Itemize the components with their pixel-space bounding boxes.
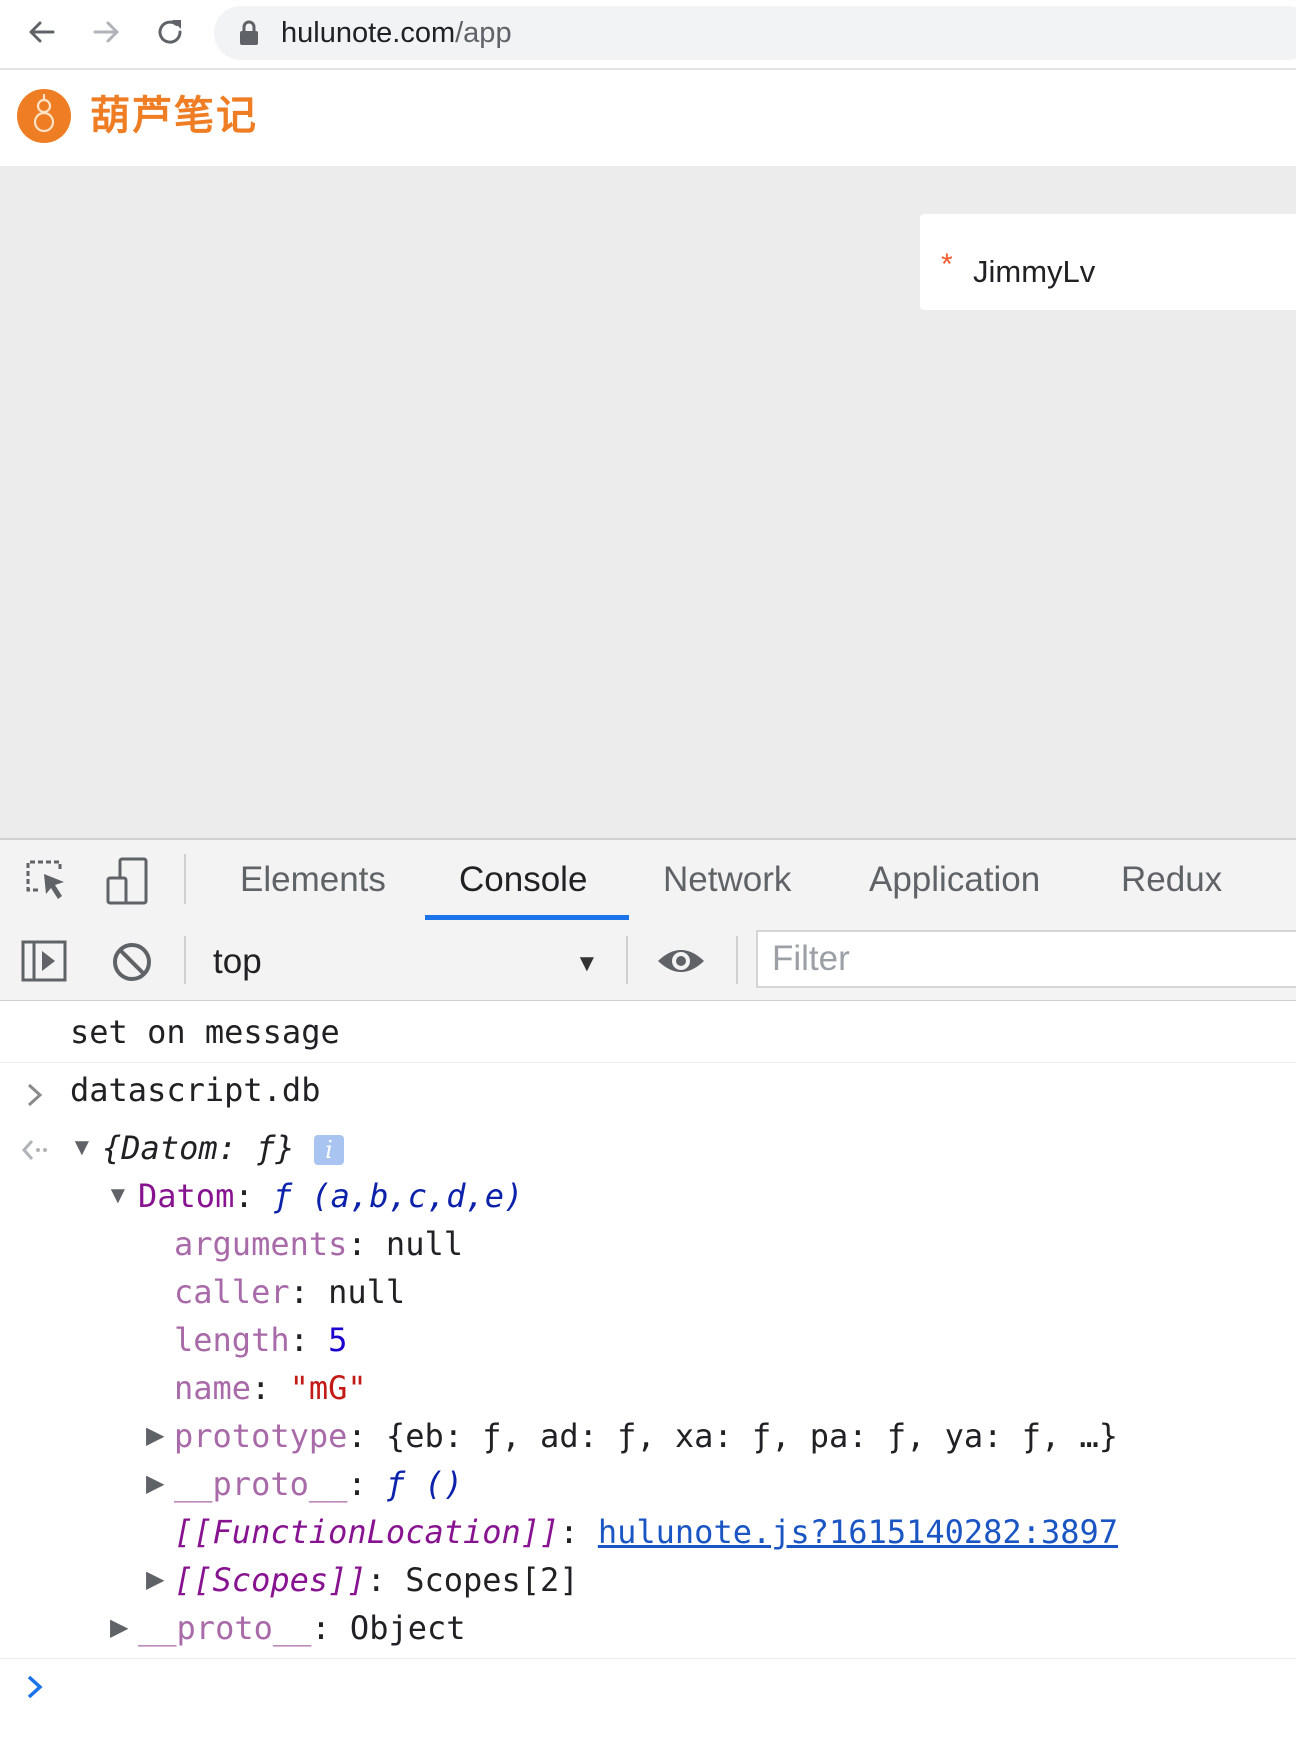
datom-property[interactable]: Datom: ƒ (a,b,c,d,e)	[138, 1174, 523, 1218]
device-mode-icon	[106, 857, 148, 905]
info-icon[interactable]: i	[313, 1135, 344, 1165]
row-divider	[0, 1658, 1296, 1659]
property-key: __proto__	[174, 1465, 348, 1503]
property-key: name	[174, 1369, 252, 1407]
expand-triangle-icon[interactable]: ▼	[70, 1126, 94, 1170]
property-key: [[Scopes]]	[174, 1561, 367, 1599]
inspect-element-button[interactable]	[22, 856, 72, 909]
result-summary[interactable]: {Datom: ƒ} i	[102, 1126, 344, 1170]
eye-icon	[658, 950, 704, 972]
tab-console[interactable]: Console	[459, 858, 587, 902]
context-selector[interactable]: top	[213, 940, 262, 984]
property-key: caller	[174, 1273, 290, 1311]
toolbar-separator	[626, 936, 628, 984]
required-marker: *	[941, 248, 953, 281]
source-link[interactable]: hulunote.js?1615140282:3897	[598, 1513, 1118, 1551]
property-value: 5	[328, 1321, 348, 1359]
sidebar-toggle-icon	[21, 940, 67, 982]
result-return-icon	[20, 1136, 50, 1169]
back-button[interactable]	[20, 10, 64, 54]
forward-button[interactable]	[84, 10, 128, 54]
back-icon	[29, 21, 55, 43]
toolbar-separator	[736, 936, 738, 984]
user-name[interactable]: JimmyLv	[973, 252, 1095, 292]
forward-icon	[93, 21, 119, 43]
devtools-tab-bar	[0, 838, 1296, 924]
app-name[interactable]: 葫芦笔记	[90, 90, 258, 142]
console-prompt-icon[interactable]	[24, 1672, 46, 1707]
property-row: arguments: null	[174, 1225, 463, 1263]
property-row: length: 5	[174, 1321, 348, 1359]
property-row: caller: null	[174, 1273, 406, 1311]
proto-property[interactable]: __proto__: ƒ ()	[174, 1462, 463, 1506]
command-prompt-icon	[24, 1080, 46, 1115]
inspect-element-icon	[26, 860, 64, 899]
function-location-property: [[FunctionLocation]]: hulunote.js?161514…	[174, 1513, 1119, 1551]
tab-application[interactable]: Application	[869, 858, 1040, 902]
property-value: ƒ (a,b,c,d,e)	[272, 1177, 524, 1215]
url-path: /app	[455, 17, 512, 49]
toolbar-separator	[184, 854, 186, 904]
device-toolbar-button[interactable]	[104, 856, 154, 911]
clear-console-button[interactable]	[110, 940, 154, 989]
toolbar-separator	[184, 936, 186, 984]
property-value: Scopes[2]	[405, 1561, 579, 1599]
tab-network[interactable]: Network	[663, 858, 791, 902]
property-value: null	[328, 1273, 406, 1311]
property-key: [[FunctionLocation]]	[174, 1513, 560, 1551]
property-value: null	[385, 1225, 463, 1263]
gourd-logo-icon[interactable]	[16, 88, 72, 144]
url-host: hulunote.com	[281, 17, 456, 49]
scopes-property[interactable]: [[Scopes]]: Scopes[2]	[174, 1558, 579, 1602]
property-row: name: "mG"	[174, 1369, 367, 1407]
console-input[interactable]	[60, 1664, 1290, 1712]
collapsed-triangle-icon[interactable]: ▶	[146, 1414, 164, 1458]
expand-triangle-icon[interactable]: ▼	[106, 1174, 130, 1218]
outer-proto-property[interactable]: __proto__: Object	[138, 1606, 466, 1650]
property-key: __proto__	[138, 1609, 312, 1647]
property-key: arguments	[174, 1225, 348, 1263]
live-expression-button[interactable]	[656, 944, 706, 983]
property-value: {eb: ƒ, ad: ƒ, xa: ƒ, pa: ƒ, ya: ƒ, …}	[385, 1417, 1119, 1455]
tab-elements[interactable]: Elements	[240, 858, 386, 902]
collapsed-triangle-icon[interactable]: ▶	[146, 1558, 164, 1602]
console-command[interactable]: datascript.db	[70, 1068, 320, 1112]
collapsed-triangle-icon[interactable]: ▶	[146, 1462, 164, 1506]
reload-icon	[158, 20, 182, 44]
clear-console-icon	[113, 943, 151, 981]
property-key: Datom	[138, 1177, 235, 1215]
console-log-message: set on message	[70, 1013, 340, 1051]
lock-icon[interactable]	[238, 20, 260, 51]
tab-redux[interactable]: Redux	[1121, 858, 1222, 902]
property-value: ƒ ()	[385, 1465, 463, 1503]
property-key: length	[174, 1321, 290, 1359]
property-value: Object	[349, 1609, 466, 1647]
prototype-property[interactable]: prototype: {eb: ƒ, ad: ƒ, xa: ƒ, pa: ƒ, …	[174, 1414, 1118, 1458]
property-key: prototype	[174, 1417, 348, 1455]
url-text[interactable]: hulunote.com/app	[281, 13, 512, 53]
result-summary-text: {Datom: ƒ}	[102, 1129, 295, 1167]
dropdown-caret-icon[interactable]: ▼	[575, 950, 599, 978]
reload-button[interactable]	[148, 10, 192, 54]
show-sidebar-button[interactable]	[20, 938, 68, 989]
filter-input[interactable]	[756, 930, 1296, 988]
collapsed-triangle-icon[interactable]: ▶	[110, 1606, 128, 1650]
active-tab-indicator	[425, 915, 629, 920]
row-divider	[0, 1062, 1296, 1063]
property-value: "mG"	[289, 1369, 367, 1407]
